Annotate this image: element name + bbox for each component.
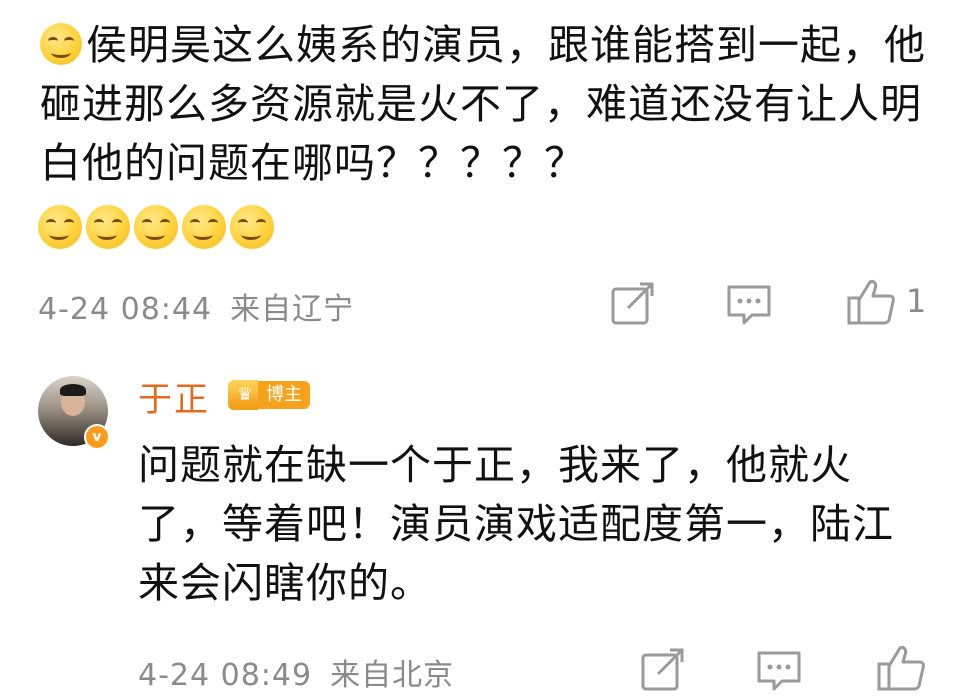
crown-icon: ♛ bbox=[228, 380, 262, 410]
repost-icon[interactable] bbox=[640, 648, 686, 696]
smirk-emoji-icon bbox=[230, 205, 274, 249]
comment-text: 侯明昊这么姨系的演员，跟谁能搭到一起，他砸进那么多资源就是火不了，难道还没有让人… bbox=[40, 16, 940, 193]
comment-icon[interactable] bbox=[726, 284, 772, 330]
reply-username[interactable]: 于正 bbox=[138, 372, 210, 421]
comment-icon[interactable] bbox=[756, 650, 802, 696]
reply-location: 来自北京 bbox=[330, 658, 455, 693]
blogger-badge: ♛ 博主 bbox=[228, 378, 310, 412]
smirk-emoji-icon bbox=[40, 23, 82, 65]
comment-timestamp: 4-24 08:44 bbox=[38, 292, 213, 327]
smirk-emoji-icon bbox=[86, 205, 130, 249]
like-count: 1 bbox=[906, 282, 927, 320]
comment-location: 来自辽宁 bbox=[230, 292, 355, 327]
like-icon[interactable] bbox=[846, 278, 896, 330]
repost-icon[interactable] bbox=[610, 282, 656, 330]
blogger-badge-label: 博主 bbox=[258, 381, 310, 409]
verified-badge: v bbox=[84, 424, 110, 450]
smirk-emoji-icon bbox=[38, 205, 82, 249]
comment-body: 侯明昊这么姨系的演员，跟谁能搭到一起，他砸进那么多资源就是火不了，难道还没有让人… bbox=[40, 21, 926, 187]
smirk-emoji-icon bbox=[134, 205, 178, 249]
reply-timestamp: 4-24 08:49 bbox=[138, 658, 313, 693]
smirk-emoji-icon bbox=[182, 205, 226, 249]
reply-text: 问题就在缺一个于正，我来了，他就火了，等着吧！演员演戏适配度第一，陆江来会闪瞎你… bbox=[138, 441, 894, 607]
emoji-row bbox=[38, 205, 274, 249]
reply-meta: 4-24 08:49 来自北京 bbox=[138, 650, 454, 694]
like-icon[interactable] bbox=[876, 644, 926, 696]
comment-meta: 4-24 08:44 来自辽宁 bbox=[38, 284, 354, 328]
